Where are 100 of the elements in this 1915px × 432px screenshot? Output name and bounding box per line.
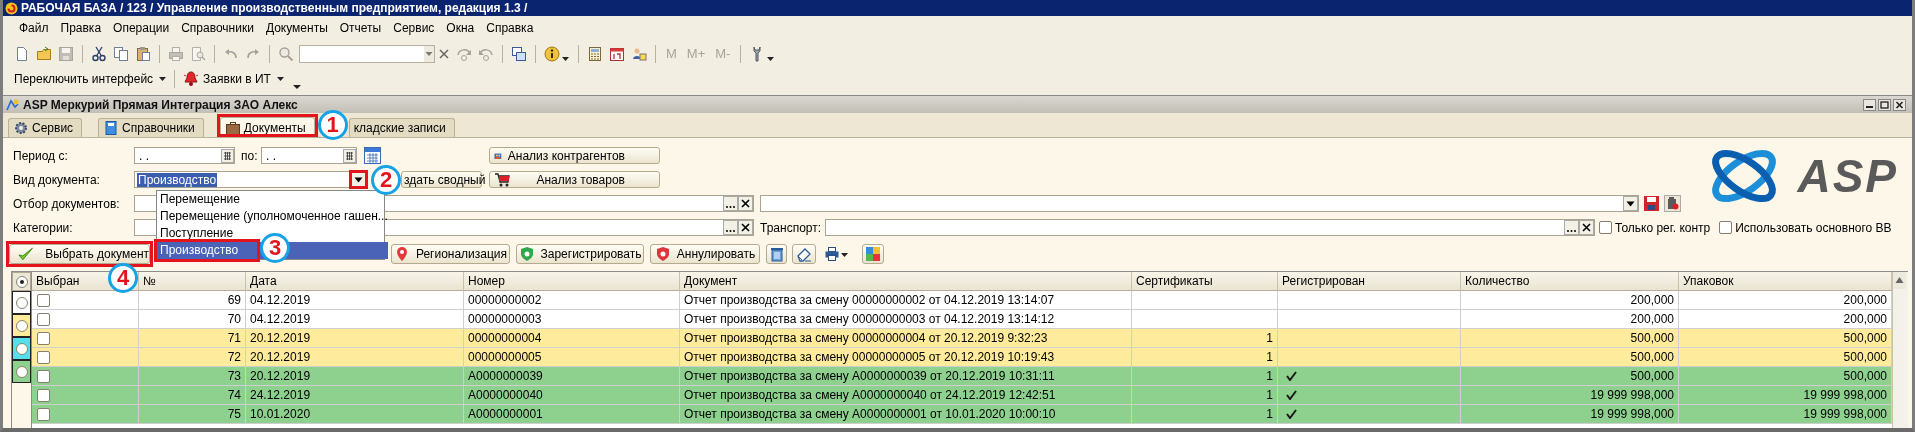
window-title: ASP Меркурий Прямая Интеграция ЗАО Алекс <box>23 97 298 112</box>
dropdown-icon[interactable] <box>1623 196 1638 211</box>
report-button[interactable] <box>862 244 884 264</box>
minimize-icon[interactable] <box>1863 98 1876 111</box>
menu-button[interactable]: Заявки в ИТ <box>180 71 287 87</box>
callout-badge: 3 <box>260 233 290 263</box>
printer-icon <box>824 246 848 262</box>
info-icon[interactable] <box>544 45 570 62</box>
checkbox[interactable] <box>37 331 50 345</box>
status-filter[interactable] <box>12 272 31 291</box>
checkmark-icon <box>1286 371 1297 381</box>
more-icon[interactable] <box>723 196 738 211</box>
gear-icon <box>13 120 29 136</box>
table-cell: 19 999 998,000 <box>1679 405 1892 424</box>
close-icon[interactable] <box>1893 98 1906 111</box>
status-filter[interactable] <box>12 360 31 383</box>
clear-icon[interactable] <box>1579 220 1594 235</box>
cart-icon <box>494 171 510 188</box>
form-icon <box>5 97 19 112</box>
print-menu-button[interactable] <box>824 246 848 262</box>
scrollbar[interactable] <box>1892 272 1908 428</box>
field-label: Категории: <box>12 220 74 235</box>
new-document-icon[interactable] <box>14 45 30 62</box>
menu-item[interactable]: Правка <box>54 21 108 35</box>
checkbox-label: Только рег. контр <box>1615 220 1711 235</box>
table-cell: 19 999 998,000 <box>1461 405 1679 424</box>
scroll-up-icon[interactable] <box>1893 272 1906 289</box>
register-button[interactable]: Зарегистрировать <box>516 244 644 264</box>
more-icon[interactable] <box>723 220 738 235</box>
windows-icon[interactable] <box>511 45 527 62</box>
menu-item[interactable]: Окна <box>440 21 481 35</box>
caret-icon <box>276 77 284 81</box>
cancel-button[interactable]: Аннулировать <box>650 244 760 264</box>
bell-icon <box>183 71 200 87</box>
calculator-icon[interactable] <box>587 45 603 62</box>
regionalization-button[interactable]: Регионализация <box>391 244 510 264</box>
checkmark-icon <box>1286 409 1297 419</box>
menu-item[interactable]: Справка <box>480 21 540 35</box>
menu-item[interactable]: Справочники <box>175 21 260 35</box>
paste-icon[interactable] <box>135 45 151 62</box>
checkbox[interactable] <box>1719 221 1733 234</box>
input-field[interactable] <box>760 195 1639 212</box>
table-cell: A0000000001 <box>464 405 680 424</box>
caret-icon <box>159 77 167 81</box>
save-icon[interactable] <box>1643 195 1660 212</box>
date-field[interactable]: . . <box>134 147 235 164</box>
calendar-icon[interactable] <box>364 147 381 164</box>
checkbox-label: Использовать основного ВВ <box>1735 220 1892 235</box>
tab[interactable]: кладские записи <box>348 118 455 137</box>
select-button[interactable]: Выбрать документ <box>9 244 150 264</box>
menu-item[interactable]: Документы <box>259 21 334 35</box>
menu-item[interactable]: Отчеты <box>333 21 388 35</box>
copy-icon[interactable] <box>113 45 129 62</box>
field-label: Отбор документов: <box>12 196 121 211</box>
status-filter[interactable] <box>12 314 31 337</box>
tab[interactable]: Справочники <box>98 118 204 137</box>
menu-button[interactable]: Переключить интерфейс <box>11 72 170 86</box>
checkbox[interactable] <box>37 312 50 326</box>
field-label: Период с: <box>12 148 69 163</box>
clear-icon[interactable] <box>738 220 753 235</box>
window-title: РАБОЧАЯ БАЗА / 123 / Управление производственным предприятием, редакция 1.3 / <box>21 1 528 15</box>
field-label: по: <box>240 148 259 163</box>
search-field[interactable] <box>299 44 435 63</box>
logo-text: ASP <box>1797 153 1898 199</box>
checkbox[interactable] <box>1599 221 1612 234</box>
checkbox[interactable] <box>37 293 50 307</box>
menu-item[interactable]: Операции <box>107 21 176 35</box>
date-field[interactable]: . . <box>261 147 357 164</box>
analysis-button[interactable]: Анализ контрагентов <box>489 147 660 164</box>
calendar-icon[interactable] <box>221 148 234 163</box>
scissors-icon[interactable] <box>91 45 107 62</box>
shield-icon <box>518 246 535 262</box>
table-cell: 75 <box>139 405 246 424</box>
more-icon[interactable] <box>1564 220 1579 235</box>
shield-icon <box>654 246 671 262</box>
calendar-icon[interactable] <box>609 45 625 62</box>
status-filter[interactable] <box>12 291 31 314</box>
input-field[interactable] <box>825 219 1595 236</box>
menu-item[interactable]: Файл <box>13 21 55 35</box>
dropdown-option[interactable]: Перемещение (уполномоченное гашен... <box>157 208 388 225</box>
squares-icon <box>865 246 881 262</box>
field-label: Вид документа: <box>12 172 101 187</box>
tab[interactable]: Сервис <box>8 118 83 137</box>
checkbox[interactable] <box>37 407 50 421</box>
menu-item[interactable]: Сервис <box>387 21 441 35</box>
calendar-icon[interactable] <box>343 148 356 163</box>
delete-button[interactable] <box>766 244 787 264</box>
clear-icon[interactable] <box>738 196 753 211</box>
eraser-button[interactable] <box>792 244 816 264</box>
status-filter[interactable] <box>12 337 31 360</box>
maximize-icon[interactable] <box>1878 98 1891 111</box>
app-icon <box>5 1 18 15</box>
analysis-button[interactable]: Анализ товаров <box>489 171 660 188</box>
checkbox[interactable] <box>37 350 50 364</box>
book-icon <box>103 120 120 136</box>
table-cell: 1 <box>1132 405 1278 424</box>
checkbox[interactable] <box>37 388 50 402</box>
table-cell: Отчет производства за смену A0000000001 от 10.01.2020 10:00:10 <box>680 405 1132 424</box>
checkbox[interactable] <box>37 369 50 383</box>
open-folder-icon[interactable] <box>36 45 52 62</box>
